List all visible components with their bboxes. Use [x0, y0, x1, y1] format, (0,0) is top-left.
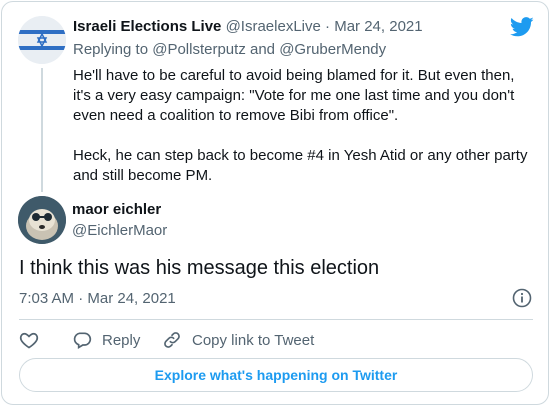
divider	[19, 319, 533, 320]
info-icon[interactable]	[512, 288, 532, 308]
parent-tweet-text: He'll have to be careful to avoid being …	[73, 67, 528, 184]
tweet-timestamp[interactable]: 7:03 AM · Mar 24, 2021	[19, 290, 176, 307]
parent-author-handle[interactable]: @IsraelexLive	[226, 18, 321, 35]
parent-date[interactable]: Mar 24, 2021	[334, 18, 422, 35]
reply-label: Reply	[102, 331, 141, 349]
replying-user-link[interactable]: @Pollsterputz	[152, 41, 246, 58]
israel-flag-avatar-image	[18, 16, 66, 64]
parent-separator: ·	[325, 18, 331, 35]
explore-twitter-button[interactable]: Explore what's happening on Twitter	[19, 358, 533, 392]
replying-to: Replying to @Pollsterputz and @GruberMen…	[73, 41, 386, 58]
like-button[interactable]	[19, 329, 49, 351]
replying-and: and	[250, 41, 276, 58]
main-avatar[interactable]	[18, 196, 66, 244]
main-author-handle[interactable]: @EichlerMaor	[72, 222, 167, 239]
thread-connector-line	[41, 68, 43, 192]
replying-user-link[interactable]: @GruberMendy	[279, 41, 386, 58]
heart-icon	[19, 332, 39, 349]
copy-link-label: Copy link to Tweet	[192, 331, 315, 349]
parent-author-name[interactable]: Israeli Elections Live	[73, 18, 221, 35]
parent-tweet[interactable]: Israeli Elections Live @IsraelexLive · M…	[2, 2, 548, 192]
link-icon	[164, 332, 180, 348]
copy-link-button[interactable]: Copy link to Tweet	[162, 329, 314, 351]
twitter-bird-icon[interactable]	[510, 16, 534, 38]
main-author-name[interactable]: maor eichler	[72, 201, 161, 218]
tweet-embed-card: Israeli Elections Live @IsraelexLive · M…	[1, 1, 549, 405]
main-tweet-text: I think this was his message this electi…	[19, 257, 380, 279]
reply-button[interactable]: Reply	[72, 329, 140, 351]
parent-header: Israeli Elections Live @IsraelexLive · M…	[73, 18, 423, 35]
reply-icon	[73, 332, 92, 349]
replying-prefix: Replying to	[73, 41, 149, 58]
parent-avatar[interactable]	[18, 16, 66, 64]
dog-avatar-image	[18, 196, 66, 244]
